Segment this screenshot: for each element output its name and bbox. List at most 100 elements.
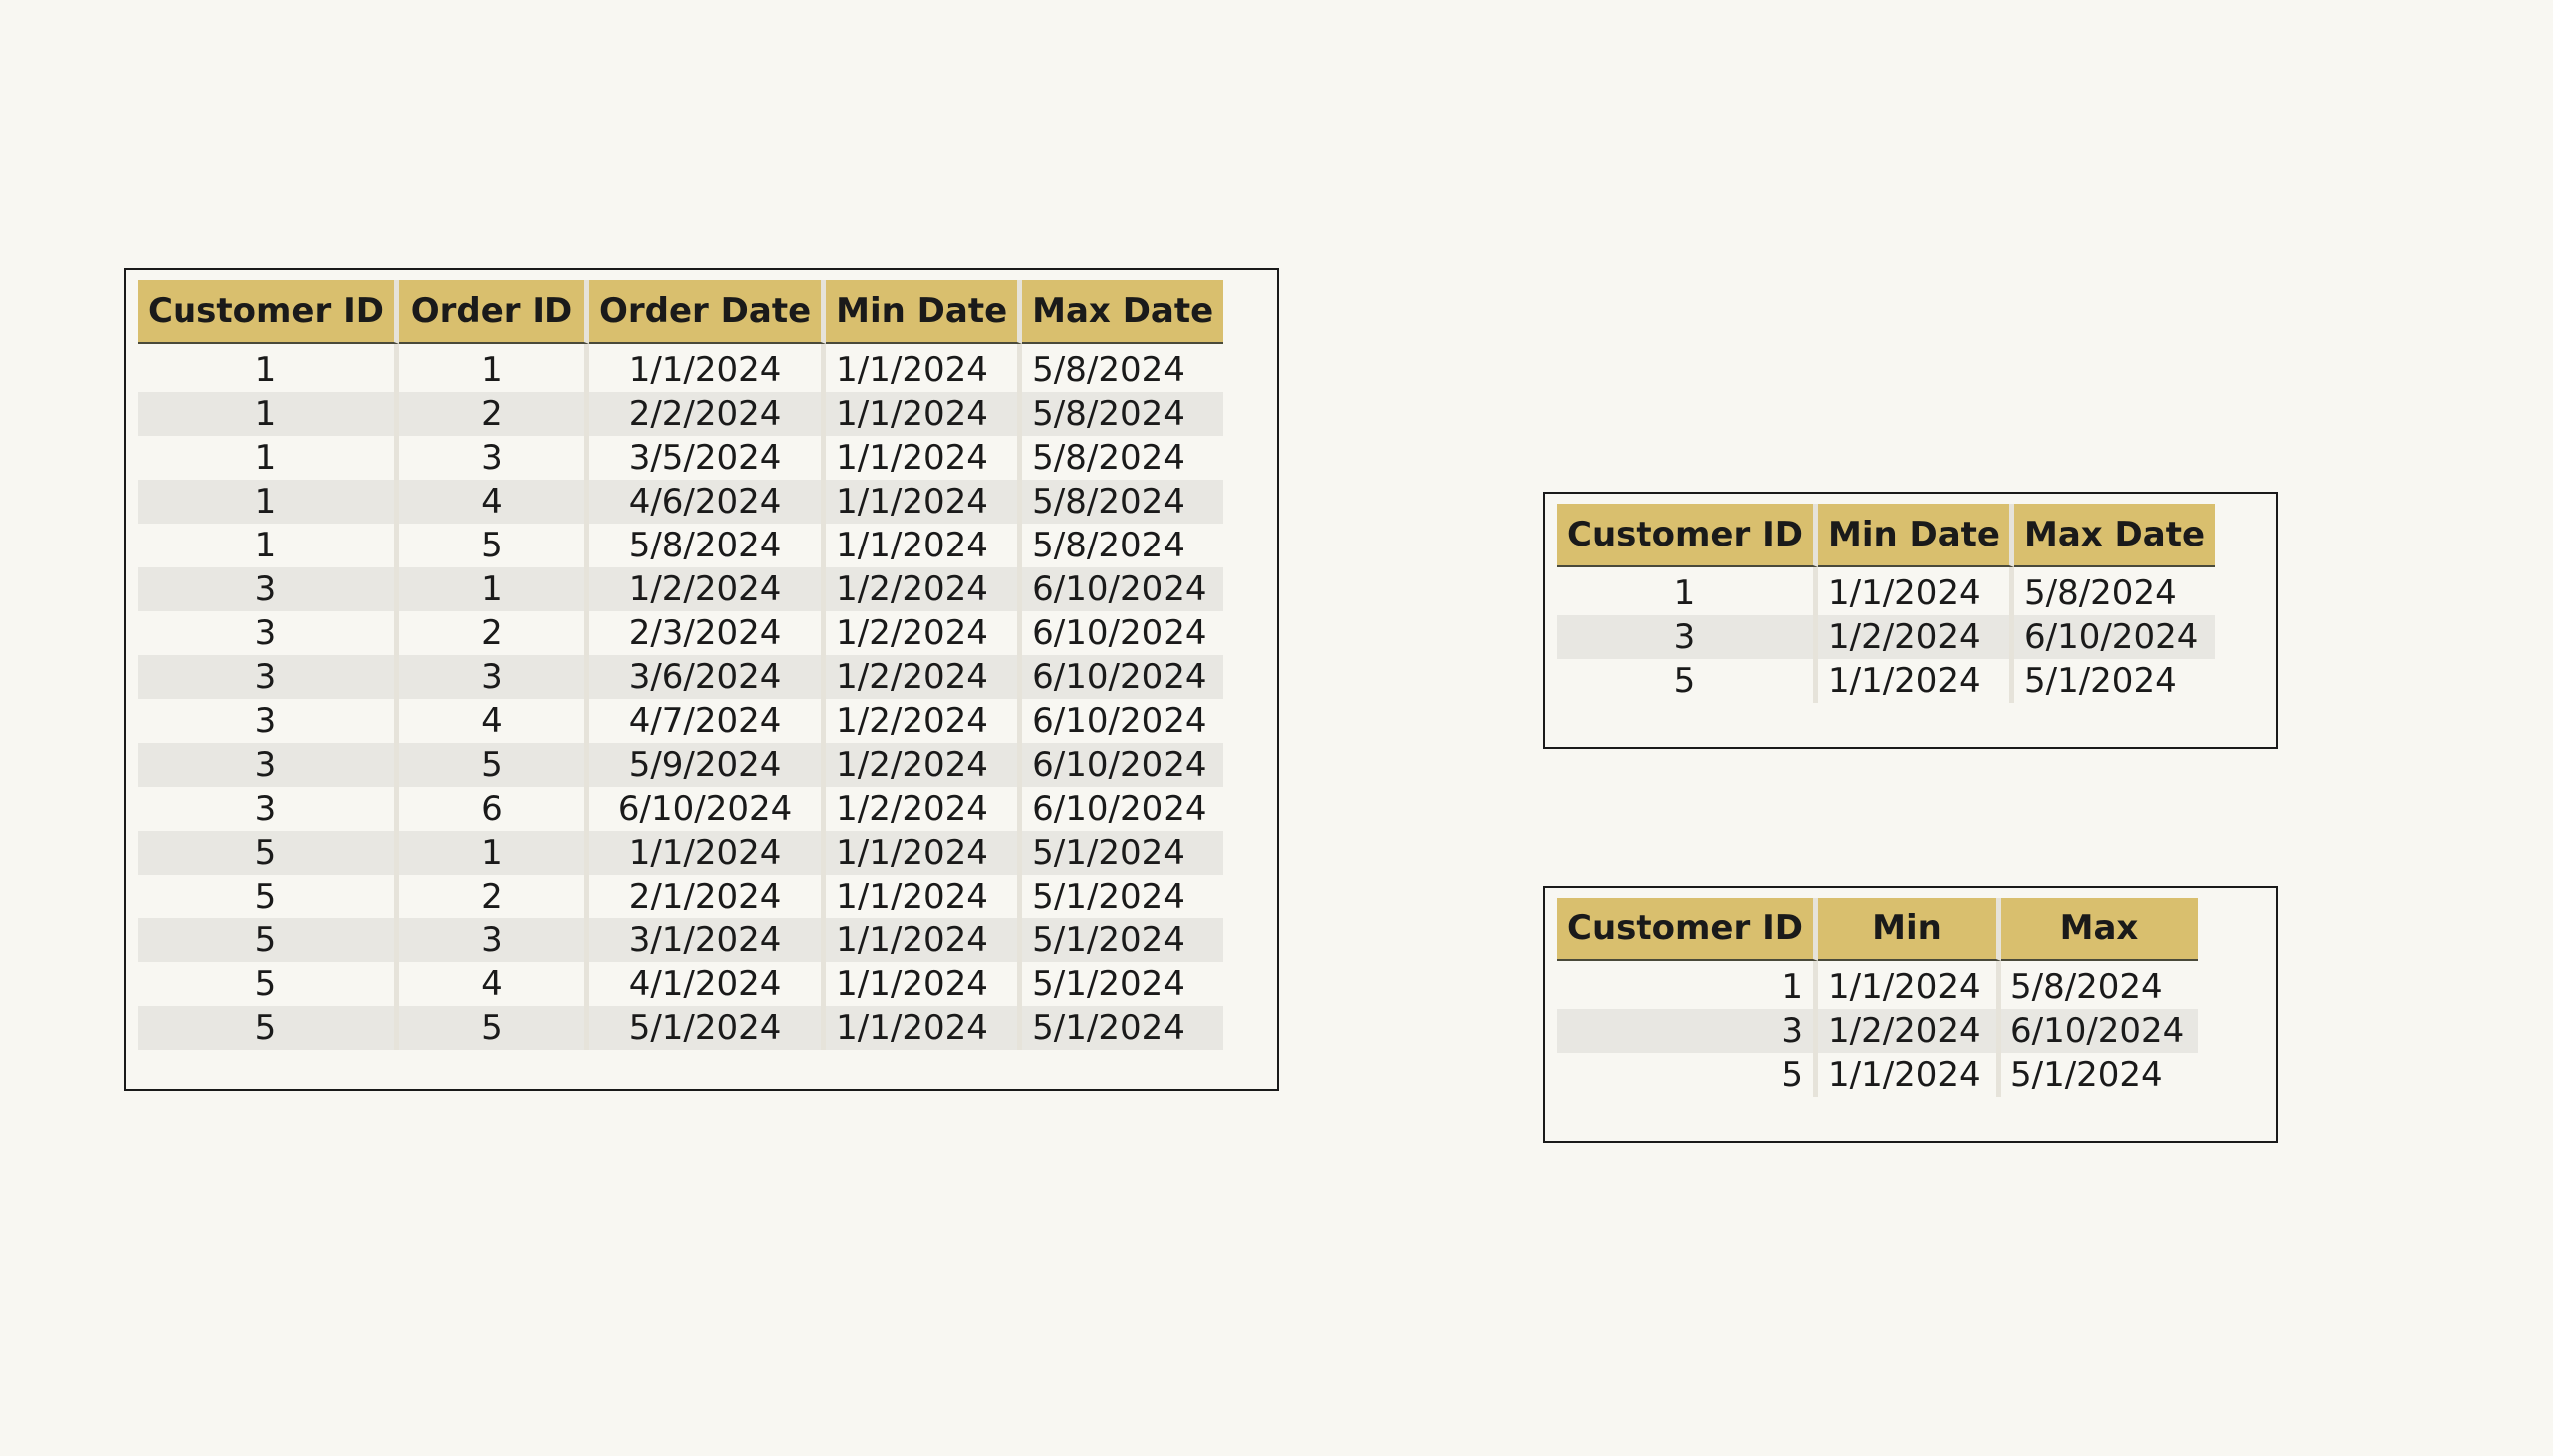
- table-cell: 3: [138, 655, 399, 699]
- table-cell: 1/1/2024: [826, 480, 1023, 524]
- table-row: 3 1/2/2024 6/10/2024: [1557, 615, 2216, 659]
- table-cell: 1: [398, 831, 589, 875]
- table-cell: 5/1/2024: [1022, 1006, 1224, 1050]
- column-header-max-date[interactable]: Max Date: [1022, 280, 1224, 344]
- table-cell: 5: [138, 1006, 399, 1050]
- summary-table: Customer ID Min Date Max Date 1 1/1/2024 5…: [1557, 504, 2216, 703]
- column-header-order-id[interactable]: Order ID: [398, 280, 589, 344]
- table-cell: 1: [138, 480, 399, 524]
- table-cell: 6/10/2024: [2014, 615, 2216, 659]
- table-cell: 1/1/2024: [1818, 659, 2014, 703]
- column-header-customer-id[interactable]: Customer ID: [1557, 898, 1818, 961]
- minmax-table-header-row: Customer ID Min Max: [1557, 898, 2198, 961]
- table-cell: 5: [138, 962, 399, 1006]
- minmax-table: Customer ID Min Max 1 1/1/2024 5/8/2024 3 1/…: [1557, 898, 2198, 1097]
- table-cell: 5/8/2024: [1032, 526, 1185, 565]
- table-cell: 4/6/2024: [588, 480, 827, 524]
- table-cell: 5: [1557, 1053, 1818, 1097]
- table-row: 1 1/1/2024 5/8/2024: [1557, 961, 2198, 1009]
- table-cell: 4: [399, 699, 589, 743]
- table-cell: 5/1/2024: [1022, 831, 1224, 875]
- table-cell: 3: [138, 787, 399, 831]
- table-cell: 1/2/2024: [826, 699, 1023, 743]
- table-cell: 3/1/2024: [588, 918, 827, 962]
- table-cell: 4: [398, 480, 589, 524]
- table-cell: 5/1/2024: [1032, 964, 1185, 1004]
- summary-table-panel: Customer ID Min Date Max Date 1 1/1/2024 5…: [1543, 492, 2278, 749]
- table-cell: 3: [398, 918, 589, 962]
- column-header-order-date[interactable]: Order Date: [588, 280, 827, 344]
- column-header-min-date[interactable]: Min Date: [826, 280, 1023, 344]
- table-cell: 5/1/2024: [2009, 1055, 2163, 1095]
- column-header-min-date[interactable]: Min Date: [1817, 504, 2014, 567]
- table-cell: 1/2/2024: [1817, 1009, 2001, 1053]
- column-header-customer-id[interactable]: Customer ID: [1557, 504, 1818, 567]
- table-cell: 1/1/2024: [826, 962, 1023, 1006]
- table-cell: 3: [138, 743, 399, 787]
- table-cell: 6/10/2024: [589, 787, 827, 831]
- table-row: 5 1 1/1/2024 1/1/2024 5/1/2024: [138, 831, 1224, 875]
- table-cell: 5/8/2024: [2009, 967, 2163, 1007]
- column-header-max[interactable]: Max: [2000, 898, 2198, 961]
- table-cell: 1: [138, 392, 399, 436]
- table-cell: 5: [1557, 659, 1818, 703]
- table-cell: 5: [398, 743, 589, 787]
- table-cell: 1: [1557, 961, 1818, 1009]
- table-cell: 1/1/2024: [826, 875, 1023, 918]
- table-row: 5 3 3/1/2024 1/1/2024 5/1/2024: [138, 918, 1224, 962]
- column-header-customer-id[interactable]: Customer ID: [138, 280, 399, 344]
- table-cell: 6/10/2024: [1022, 655, 1224, 699]
- table-row: 3 6 6/10/2024 1/2/2024 6/10/2024: [138, 787, 1223, 831]
- table-cell: 1: [138, 524, 399, 567]
- table-cell: 6: [399, 787, 589, 831]
- table-cell: 1/1/2024: [826, 1006, 1023, 1050]
- table-cell: 5/8/2024: [1022, 480, 1224, 524]
- table-cell: 2/2/2024: [588, 392, 827, 436]
- table-cell: 6/10/2024: [1032, 613, 1207, 653]
- table-row: 3 5 5/9/2024 1/2/2024 6/10/2024: [138, 743, 1224, 787]
- table-cell: 1/2/2024: [826, 655, 1023, 699]
- table-cell: 1/1/2024: [826, 524, 1023, 567]
- column-header-min[interactable]: Min: [1817, 898, 2001, 961]
- table-row: 1 3 3/5/2024 1/1/2024 5/8/2024: [138, 436, 1223, 480]
- table-cell: 3: [138, 611, 399, 655]
- table-row: 3 2 2/3/2024 1/2/2024 6/10/2024: [138, 611, 1223, 655]
- column-header-max-date[interactable]: Max Date: [2014, 504, 2216, 567]
- table-cell: 1/1/2024: [826, 436, 1023, 480]
- table-cell: 1/2/2024: [588, 567, 827, 611]
- table-cell: 4/1/2024: [589, 962, 827, 1006]
- table-cell: 6/10/2024: [1032, 789, 1207, 829]
- table-row: 5 1/1/2024 5/1/2024: [1557, 1053, 2198, 1097]
- table-cell: 3: [1557, 615, 1818, 659]
- table-cell: 2: [398, 392, 589, 436]
- table-cell: 1/1/2024: [1818, 567, 2014, 615]
- table-cell: 3/6/2024: [588, 655, 827, 699]
- table-cell: 1/1/2024: [826, 344, 1023, 392]
- table-cell: 5/8/2024: [2024, 573, 2177, 613]
- table-cell: 1/2/2024: [826, 567, 1023, 611]
- table-cell: 1/1/2024: [1818, 961, 2001, 1009]
- table-row: 1 2 2/2/2024 1/1/2024 5/8/2024: [138, 392, 1224, 436]
- table-cell: 3: [138, 567, 399, 611]
- table-cell: 1: [399, 344, 589, 392]
- table-cell: 5/8/2024: [1032, 438, 1185, 478]
- table-cell: 1/1/2024: [588, 831, 827, 875]
- orders-table-body: 1 1 1/1/2024 1/1/2024 5/8/2024 1 2 2/2/2024 1/1/…: [138, 344, 1224, 1050]
- table-cell: 4/7/2024: [589, 699, 827, 743]
- table-cell: 1: [138, 344, 399, 392]
- table-cell: 1/2/2024: [826, 787, 1023, 831]
- table-cell: 1: [138, 436, 399, 480]
- table-cell: 1/2/2024: [826, 743, 1023, 787]
- table-cell: 6/10/2024: [1022, 567, 1224, 611]
- table-cell: 6/10/2024: [1022, 743, 1224, 787]
- table-row: 3 1/2/2024 6/10/2024: [1557, 1009, 2198, 1053]
- table-cell: 1: [398, 567, 589, 611]
- table-cell: 1/1/2024: [1818, 1053, 2001, 1097]
- table-row: 5 5 5/1/2024 1/1/2024 5/1/2024: [138, 1006, 1224, 1050]
- table-cell: 1/1/2024: [826, 831, 1023, 875]
- summary-table-body: 1 1/1/2024 5/8/2024 3 1/2/2024 6/10/2024 5 1/1/…: [1557, 567, 2216, 703]
- table-cell: 2: [399, 611, 589, 655]
- table-cell: 3: [1557, 1009, 1818, 1053]
- table-cell: 3/5/2024: [589, 436, 827, 480]
- table-cell: 2: [399, 875, 589, 918]
